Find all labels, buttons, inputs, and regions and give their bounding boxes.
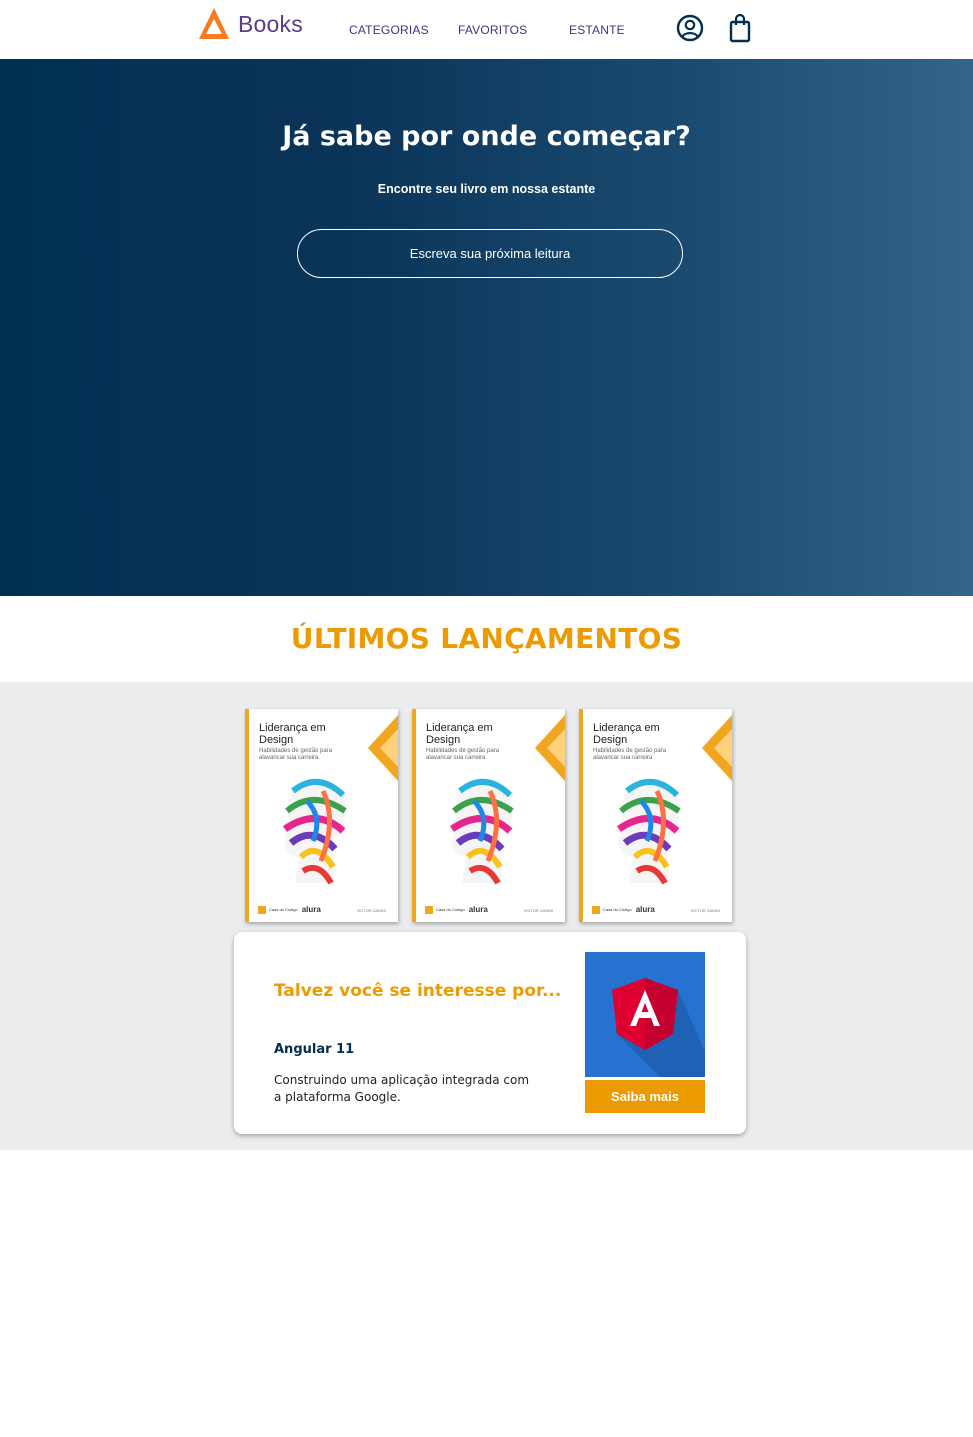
- user-account-button[interactable]: [675, 13, 705, 43]
- book-author: VICTOR ZANINI: [523, 908, 553, 913]
- book-title: Liderança em Design: [593, 722, 660, 746]
- cover-tab-icon: [702, 715, 732, 781]
- publisher-logo-icon: [425, 905, 433, 914]
- cover-footer: Casa do Código alura: [258, 905, 321, 914]
- book-title-line2: Design: [259, 734, 294, 746]
- suggestion-card: Talvez você se interesse por... Angular …: [234, 932, 746, 1134]
- suggested-book-description: Construindo uma aplicação integrada com …: [274, 1073, 530, 1104]
- user-icon: [676, 14, 704, 42]
- colorful-head-illustration: [448, 778, 514, 885]
- releases-heading: ÚLTIMOS LANÇAMENTOS: [290, 622, 683, 655]
- angular-logo-icon: [612, 978, 705, 1077]
- nav-estante[interactable]: ESTANTE: [569, 23, 625, 37]
- shopping-bag-icon: [729, 13, 751, 43]
- book-title-line1: Liderança em: [593, 722, 660, 734]
- cover-footer: Casa do Código alura: [592, 905, 655, 914]
- cover-spine: [579, 709, 583, 922]
- hero-subtitle: Encontre seu livro em nossa estante: [377, 182, 596, 196]
- book-subtitle: Habilidades de gestão para alavancar sua…: [593, 748, 667, 761]
- book-title-line2: Design: [593, 734, 628, 746]
- cover-spine: [412, 709, 416, 922]
- publisher-name: Casa do Código: [436, 907, 465, 912]
- cart-button[interactable]: [725, 13, 755, 43]
- book-title-line1: Liderança em: [426, 722, 493, 734]
- learn-more-button[interactable]: Saiba mais: [585, 1080, 705, 1113]
- cover-tab-icon: [535, 715, 565, 781]
- suggested-book-image[interactable]: [585, 952, 705, 1077]
- hero-banner: Já sabe por onde começar? Encontre seu l…: [0, 59, 973, 596]
- book-subtitle: Habilidades de gestão para alavancar sua…: [426, 748, 500, 761]
- brand-name: alura: [468, 905, 488, 914]
- book-author: VICTOR ZANINI: [356, 908, 386, 913]
- nav-favoritos[interactable]: FAVORITOS: [458, 23, 527, 37]
- publisher-logo-icon: [592, 905, 600, 914]
- logo-link[interactable]: Books: [197, 6, 303, 42]
- book-cover[interactable]: Liderança em Design Habilidades de gestã…: [245, 709, 398, 922]
- cover-tab-icon: [368, 715, 398, 781]
- book-title-line2: Design: [426, 734, 461, 746]
- colorful-head-illustration: [615, 778, 681, 885]
- book-cover[interactable]: Liderança em Design Habilidades de gestã…: [579, 709, 732, 922]
- nav-categorias[interactable]: CATEGORIAS: [349, 23, 429, 37]
- book-subtitle: Habilidades de gestão para alavancar sua…: [259, 748, 333, 761]
- search-input[interactable]: [297, 229, 683, 278]
- book-cover[interactable]: Liderança em Design Habilidades de gestã…: [412, 709, 565, 922]
- colorful-head-illustration: [281, 778, 347, 885]
- brand-name: alura: [301, 905, 321, 914]
- publisher-name: Casa do Código: [269, 907, 298, 912]
- book-title: Liderança em Design: [259, 722, 326, 746]
- cover-footer: Casa do Código alura: [425, 905, 488, 914]
- hero-title: Já sabe por onde começar?: [282, 121, 691, 152]
- publisher-logo-icon: [258, 905, 266, 914]
- book-author: VICTOR ZANINI: [690, 908, 720, 913]
- brand-name: alura: [635, 905, 655, 914]
- book-title-line1: Liderança em: [259, 722, 326, 734]
- suggested-book-title: Angular 11: [274, 1042, 355, 1057]
- book-title: Liderança em Design: [426, 722, 493, 746]
- cover-spine: [245, 709, 249, 922]
- suggestion-heading: Talvez você se interesse por...: [274, 981, 562, 1001]
- publisher-name: Casa do Código: [603, 907, 632, 912]
- logo-icon: [199, 8, 229, 39]
- logo-text: Books: [238, 10, 303, 37]
- site-header: Books CATEGORIAS FAVORITOS ESTANTE: [0, 0, 973, 59]
